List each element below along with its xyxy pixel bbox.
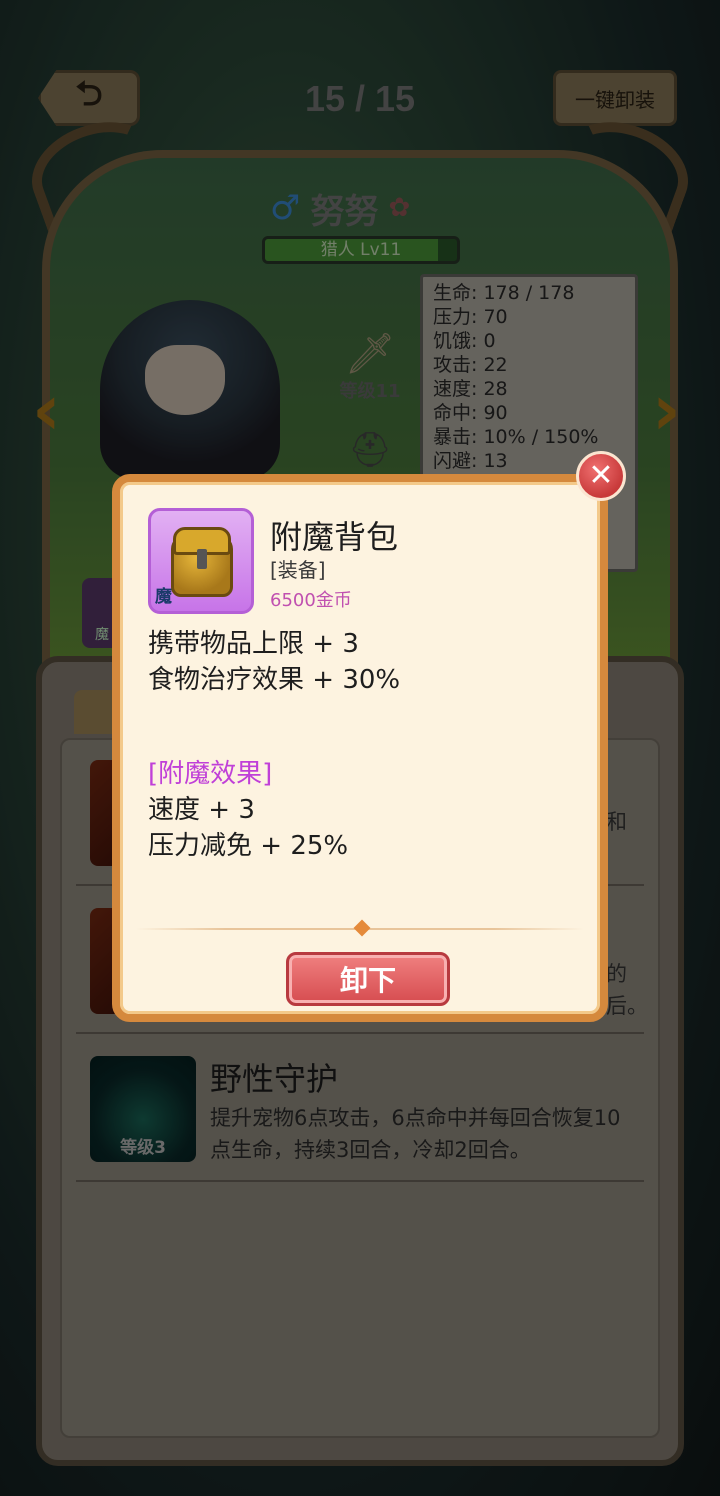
item-name: 附魔背包 — [270, 518, 399, 556]
effect-line: 携带物品上限 + 3 — [148, 629, 359, 659]
item-price: 6500金币 — [270, 590, 352, 611]
item-detail-modal: 魔 附魔背包 [装备] 6500金币 携带物品上限 + 3 食物治疗效果 + 3… — [112, 474, 608, 1022]
enchant-tag: 魔 — [155, 587, 172, 607]
item-icon-frame: 魔 — [148, 508, 254, 614]
backpack-buckle — [197, 549, 207, 569]
enchant-effects-header: [附魔效果] — [148, 759, 273, 789]
item-type: [装备] — [270, 558, 326, 582]
enchant-effect-line: 速度 + 3 — [148, 795, 255, 825]
close-icon[interactable]: ✕ — [576, 451, 626, 501]
effect-line: 食物治疗效果 + 30% — [148, 665, 401, 695]
item-effects: 携带物品上限 + 3 食物治疗效果 + 30% [附魔效果] 速度 + 3 压力… — [148, 626, 588, 864]
unequip-button[interactable]: 卸下 — [286, 952, 450, 1006]
divider-diamond-icon — [353, 919, 371, 937]
enchant-effect-line: 压力减免 + 25% — [148, 831, 349, 861]
